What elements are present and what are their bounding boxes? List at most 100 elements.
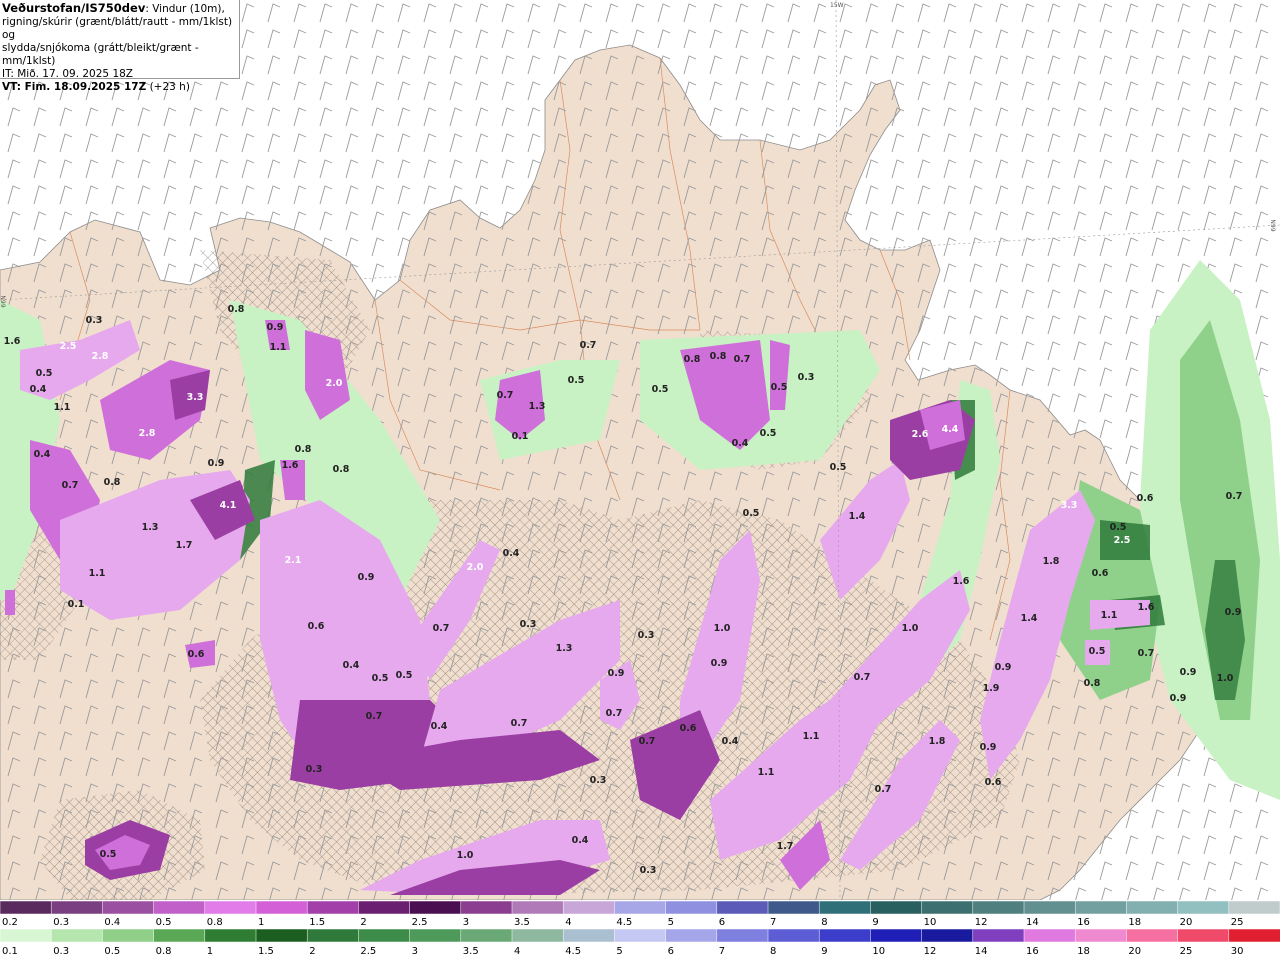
scale-tick-label: 10	[872, 946, 885, 957]
scale-swatch	[255, 928, 308, 943]
scale-swatch	[460, 928, 513, 943]
scale-tick-label: 0.4	[104, 917, 120, 928]
map-title-box: Veðurstofan/IS750dev: Vindur (10m), rign…	[0, 0, 240, 93]
scale-tick-label: 25	[1180, 946, 1193, 957]
scale-tick-label: 3.5	[514, 917, 530, 928]
scale-tick-label: 0.8	[207, 917, 223, 928]
scale-tick-label: 20	[1128, 946, 1141, 957]
scale-tick-label: 0.5	[104, 946, 120, 957]
scale-tick-label: 1	[258, 917, 264, 928]
scale-tick-label: 8	[821, 917, 827, 928]
scale-tick-label: 7	[770, 917, 776, 928]
scale-swatch	[1126, 900, 1179, 915]
scale-tick-label: 5	[616, 946, 622, 957]
scale-swatch	[0, 900, 52, 915]
scale-swatch	[102, 900, 155, 915]
scale-tick-label: 9	[821, 946, 827, 957]
scale-tick-label: 0.5	[156, 917, 172, 928]
scale-tick-label: 4	[565, 917, 571, 928]
scale-tick-label: 20	[1180, 917, 1193, 928]
scale-swatch	[102, 928, 155, 943]
color-scale-legend: 0.2 0.3 0.4 0.5 0.8 1 1.5 2 2.5 3 3.5 4 4.5 5 6 7 8 9 10 12…	[0, 900, 1280, 957]
scale-tick-label: 9	[872, 917, 878, 928]
scale-tick-label: 4	[514, 946, 520, 957]
scale-swatch	[153, 900, 206, 915]
valid-time-offset: (+23 h)	[146, 81, 190, 93]
scale-tick-label: 14	[975, 946, 988, 957]
scale-swatch	[511, 900, 564, 915]
scale-swatch	[614, 900, 667, 915]
scale-swatch	[0, 928, 52, 943]
scale-swatch	[153, 928, 206, 943]
scale-swatch	[1177, 928, 1230, 943]
scale-swatch	[870, 928, 923, 943]
scale-swatch	[1074, 900, 1128, 915]
scale-swatch	[409, 900, 462, 915]
scale-tick-label: 6	[668, 946, 674, 957]
scale-tick-label: 1	[207, 946, 213, 957]
latitude-label-left: 66N	[0, 295, 8, 308]
scale-tick-label: 6	[719, 917, 725, 928]
scale-swatch	[358, 928, 411, 943]
title-description: : Vindur (10m),	[145, 3, 225, 15]
scale-swatch	[716, 928, 769, 943]
title-description-3: slydda/snjókoma (grátt/bleikt/grænt - mm…	[2, 42, 199, 67]
scale-swatch	[409, 928, 462, 943]
scale-swatch	[767, 900, 820, 915]
longitude-label: 15W	[830, 2, 844, 9]
scale-swatch	[870, 900, 923, 915]
scale-swatch	[50, 900, 104, 915]
scale-swatch	[1126, 928, 1179, 943]
scale-tick-label: 8	[770, 946, 776, 957]
scale-tick-label: 30	[1231, 946, 1244, 957]
scale-swatch	[511, 928, 564, 943]
scale-tick-label: 0.3	[53, 946, 69, 957]
scale-swatch	[204, 928, 257, 943]
scale-swatch	[1177, 900, 1230, 915]
scale-swatch	[204, 900, 257, 915]
scale-tick-label: 3.5	[463, 946, 479, 957]
title-description-2: rigning/skúrir (grænt/blátt/rautt - mm/1…	[2, 16, 233, 41]
scale-tick-label: 16	[1077, 917, 1090, 928]
scale-tick-label: 4.5	[616, 917, 632, 928]
scale-swatch	[1228, 928, 1280, 943]
scale-swatch	[562, 900, 616, 915]
scale-tick-label: 18	[1077, 946, 1090, 957]
scale-swatch	[255, 900, 308, 915]
scale-swatch	[1074, 928, 1128, 943]
brand-title: Veðurstofan/IS750dev	[2, 1, 146, 15]
snow-scale-bar: 0.2 0.3 0.4 0.5 0.8 1 1.5 2 2.5 3 3.5 4 4.5 5 6 7 8 9 10 12…	[0, 900, 1280, 928]
scale-tick-label: 5	[668, 917, 674, 928]
scale-swatch	[306, 900, 360, 915]
valid-time: VT: Fim. 18.09.2025 17Z	[2, 81, 147, 93]
scale-tick-label: 3	[412, 946, 418, 957]
scale-tick-label: 0.3	[53, 917, 69, 928]
scale-tick-label: 25	[1231, 917, 1244, 928]
scale-swatch	[921, 928, 974, 943]
scale-swatch	[358, 900, 411, 915]
scale-tick-label: 2.5	[360, 946, 376, 957]
scale-swatch	[306, 928, 360, 943]
scale-swatch	[972, 900, 1025, 915]
scale-tick-label: 3	[463, 917, 469, 928]
scale-tick-label: 2.5	[412, 917, 428, 928]
scale-tick-label: 2	[309, 946, 315, 957]
scale-swatch	[562, 928, 616, 943]
scale-tick-label: 10	[924, 917, 937, 928]
scale-swatch	[460, 900, 513, 915]
scale-swatch	[1023, 928, 1076, 943]
scale-swatch	[665, 928, 718, 943]
rain-scale-bar: 0.1 0.3 0.5 0.8 1 1.5 2 2.5 3 3.5 4 4.5 5 6 7 8 9 10 12 14 1…	[0, 928, 1280, 957]
scale-swatch	[1023, 900, 1076, 915]
scale-tick-label: 7	[719, 946, 725, 957]
scale-tick-label: 1.5	[309, 917, 325, 928]
scale-tick-label: 0.1	[2, 946, 18, 957]
init-time: IT: Mið. 17. 09. 2025 18Z	[2, 68, 133, 80]
scale-tick-label: 14	[1026, 917, 1039, 928]
scale-tick-label: 18	[1128, 917, 1141, 928]
scale-swatch	[1228, 900, 1280, 915]
scale-swatch	[665, 900, 718, 915]
scale-swatch	[614, 928, 667, 943]
weather-map	[0, 0, 1280, 900]
scale-swatch	[818, 900, 872, 915]
